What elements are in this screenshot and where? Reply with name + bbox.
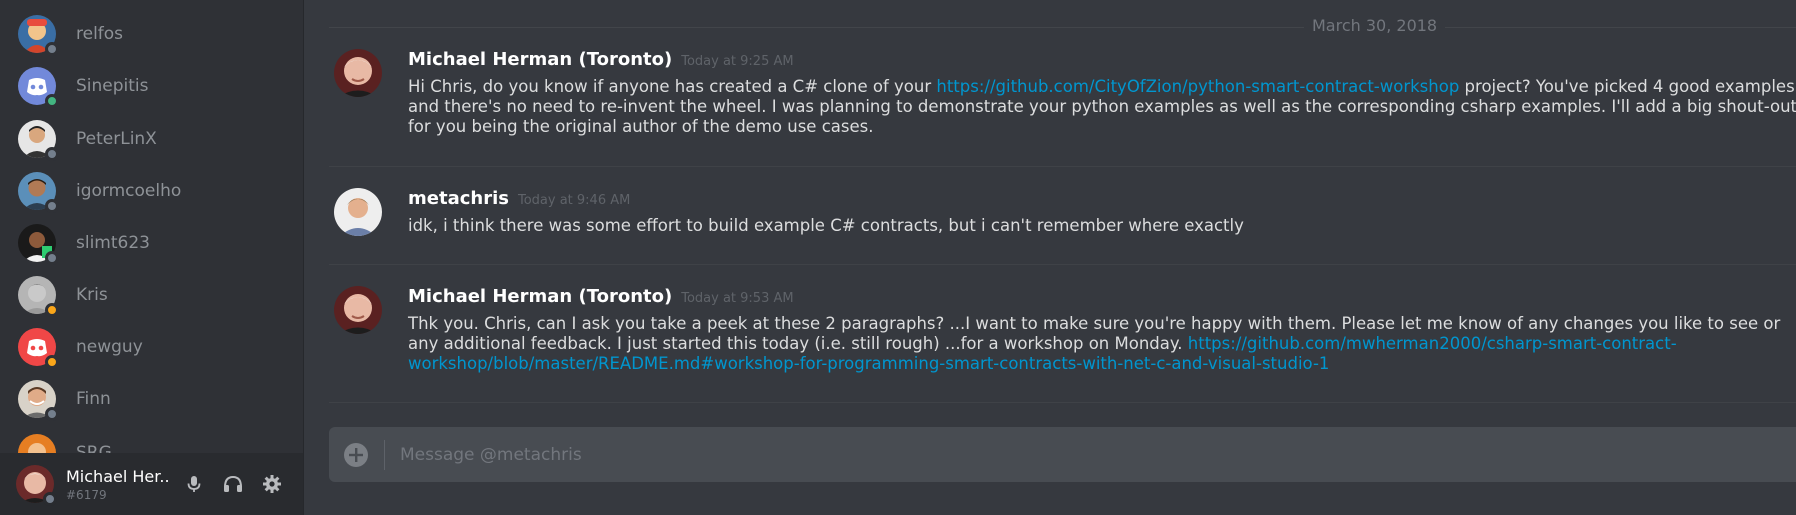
date-divider-label: March 30, 2018 [1304, 16, 1446, 35]
status-offline-indicator [45, 407, 59, 421]
user-discriminator: #6179 [66, 487, 107, 502]
headphones-icon[interactable] [218, 469, 248, 499]
member-item-finn[interactable]: Finn [18, 376, 288, 422]
member-item-igormcoelho[interactable]: igormcoelho [18, 168, 288, 214]
status-online-indicator [45, 94, 59, 108]
message-timestamp: Today at 9:25 AM [681, 54, 794, 69]
member-name: Sinepitis [76, 76, 149, 96]
member-item-slimt623[interactable]: slimt623 [18, 220, 288, 266]
date-divider [329, 27, 1796, 28]
message-content: Hi Chris, do you know if anyone has crea… [408, 77, 1796, 137]
status-idle-indicator [45, 355, 59, 369]
message-content: idk, i think there was some effort to bu… [408, 216, 1796, 236]
avatar [18, 120, 59, 161]
member-name: relfos [76, 24, 124, 44]
avatar[interactable] [16, 465, 57, 506]
avatar[interactable] [334, 286, 382, 334]
microphone-icon[interactable] [179, 469, 209, 499]
avatar[interactable] [334, 49, 382, 97]
message-author[interactable]: Michael Herman (Toronto) [408, 286, 672, 307]
member-item-peterlinx[interactable]: PeterLinX [18, 116, 288, 162]
message-author[interactable]: metachris [408, 188, 509, 209]
message-text: idk, i think there was some effort to bu… [408, 216, 1244, 235]
message-header: Michael Herman (Toronto) Today at 9:25 A… [408, 49, 794, 70]
username: Michael Her... [66, 466, 170, 486]
message-divider [329, 166, 1796, 167]
message-input-box [329, 427, 1796, 482]
avatar [18, 276, 59, 317]
gear-icon[interactable] [257, 469, 287, 499]
avatar[interactable] [334, 188, 382, 236]
status-offline-indicator [43, 492, 57, 506]
message-author[interactable]: Michael Herman (Toronto) [408, 49, 672, 70]
status-offline-indicator [45, 199, 59, 213]
user-panel: Michael Her... #6179 [0, 453, 303, 515]
user-info: Michael Her... #6179 [66, 467, 170, 502]
message: Michael Herman (Toronto) Today at 9:53 A… [329, 286, 1796, 386]
message-timestamp: Today at 9:53 AM [681, 291, 794, 306]
avatar [18, 15, 59, 56]
input-divider [384, 439, 385, 470]
avatar [18, 380, 59, 421]
chat-area: March 30, 2018 Michael Herman (Toronto) … [304, 0, 1796, 515]
message-content: Thk you. Chris, can I ask you take a pee… [408, 314, 1796, 374]
discord-window: relfos Sinepitis PeterLinX igormcoelho s… [0, 0, 1796, 515]
status-idle-indicator [45, 303, 59, 317]
member-name: igormcoelho [76, 181, 182, 201]
avatar [18, 224, 59, 265]
message-link[interactable]: https://github.com/CityOfZion/python-sma… [936, 77, 1459, 96]
member-item-sinepitis[interactable]: Sinepitis [18, 63, 288, 109]
member-name: PeterLinX [76, 129, 157, 149]
member-item-relfos[interactable]: relfos [18, 11, 288, 57]
member-name: slimt623 [76, 233, 150, 253]
status-offline-indicator [45, 251, 59, 265]
message-header: metachris Today at 9:46 AM [408, 188, 630, 209]
message-header: Michael Herman (Toronto) Today at 9:53 A… [408, 286, 794, 307]
message-timestamp: Today at 9:46 AM [517, 193, 631, 208]
member-name: Finn [76, 389, 111, 409]
message-divider [329, 402, 1796, 403]
status-offline-indicator [45, 147, 59, 161]
status-offline-indicator [45, 42, 59, 56]
avatar [18, 172, 59, 213]
avatar [18, 328, 59, 369]
message: metachris Today at 9:46 AM idk, i think … [329, 188, 1796, 248]
member-name: newguy [76, 337, 143, 357]
add-attachment-icon[interactable] [343, 442, 369, 468]
member-item-newguy[interactable]: newguy [18, 324, 288, 370]
message-input[interactable] [400, 444, 1796, 465]
message-text: Hi Chris, do you know if anyone has crea… [408, 77, 937, 96]
member-sidebar: relfos Sinepitis PeterLinX igormcoelho s… [0, 0, 304, 515]
avatar [18, 67, 59, 108]
member-name: Kris [76, 285, 108, 305]
message-divider [329, 264, 1796, 265]
message: Michael Herman (Toronto) Today at 9:25 A… [329, 49, 1796, 149]
member-item-kris[interactable]: Kris [18, 272, 288, 318]
